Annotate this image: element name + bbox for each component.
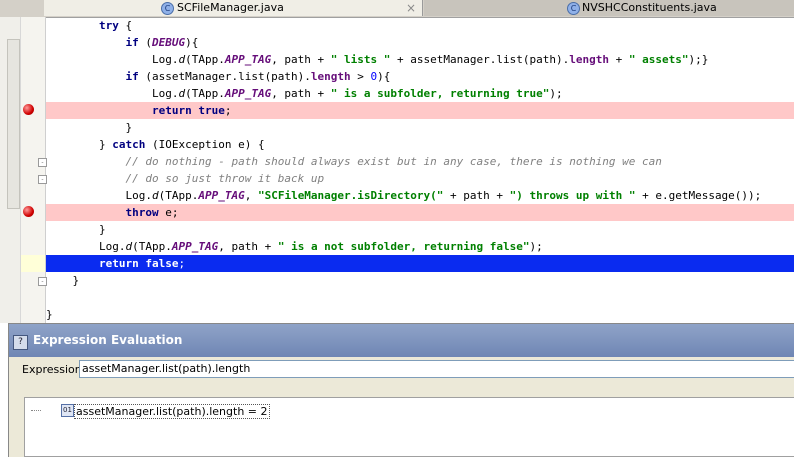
expression-label: Expression: [22, 363, 86, 376]
dialog-icon: ? [13, 335, 28, 350]
expression-input[interactable]: assetManager.list(path).length [79, 360, 794, 378]
result-value[interactable]: assetManager.list(path).length = 2 [74, 404, 270, 419]
code-line: if (DEBUG){ [125, 36, 199, 49]
code-line: try { [98, 19, 133, 32]
expression-value: assetManager.list(path).length [82, 362, 251, 375]
value-icon: 01 [61, 404, 74, 417]
tab-label: NVSHCConstituents.java [582, 1, 717, 14]
scrollbar-thumb[interactable] [7, 39, 20, 209]
vertical-scrollbar[interactable] [0, 17, 21, 323]
java-class-icon: C [567, 2, 580, 15]
code-line: if (assetManager.list(path).length > 0){ [125, 70, 391, 83]
execution-point-line: return false; [46, 255, 794, 272]
breakpoint-icon[interactable] [23, 104, 34, 115]
code-line: } [46, 308, 53, 321]
current-line-gutter-highlight [21, 255, 45, 272]
dialog-title: Expression Evaluation [33, 333, 183, 347]
breakpoint-icon[interactable] [23, 206, 34, 217]
java-class-icon: C [161, 2, 174, 15]
dialog-title-bar[interactable]: ? Expression Evaluation [9, 324, 794, 357]
code-line: Log.d(TApp.APP_TAG, "SCFileManager.isDir… [46, 189, 762, 202]
breakpoint-code-line: throw e; [46, 204, 794, 221]
tab-label: SCFileManager.java [177, 1, 284, 14]
code-line: } [46, 223, 106, 236]
breakpoint-code-line: return true; [46, 102, 794, 119]
code-line: } catch (IOException e) { [46, 138, 265, 151]
code-line: } [46, 274, 80, 287]
close-tab-icon[interactable]: × [404, 0, 418, 16]
tab-scfilemanager[interactable]: C SCFileManager.java × [44, 0, 423, 16]
expression-evaluation-dialog: ? Expression Evaluation Expression: asse… [8, 323, 794, 457]
code-line: // do nothing - path should always exist… [125, 155, 662, 168]
code-line: Log.d(TApp.APP_TAG, path + " is a not su… [46, 240, 543, 253]
code-line: } [46, 121, 133, 134]
editor-gutter[interactable]: - - - [21, 17, 47, 323]
editor-tab-bar: C SCFileManager.java × C NVSHCConstituen… [0, 0, 794, 18]
code-line: // do so just throw it back up [125, 172, 325, 185]
code-editor[interactable]: try { if (DEBUG){ Log.d(TApp.APP_TAG, pa… [46, 17, 794, 323]
tree-connector [31, 410, 41, 412]
evaluation-result-tree[interactable]: 01 assetManager.list(path).length = 2 [24, 397, 794, 457]
code-line: Log.d(TApp.APP_TAG, path + " is a subfol… [46, 87, 563, 100]
code-line: Log.d(TApp.APP_TAG, path + " lists " + a… [46, 53, 709, 66]
tab-nvshcconstituents[interactable]: C NVSHCConstituents.java [424, 0, 794, 16]
